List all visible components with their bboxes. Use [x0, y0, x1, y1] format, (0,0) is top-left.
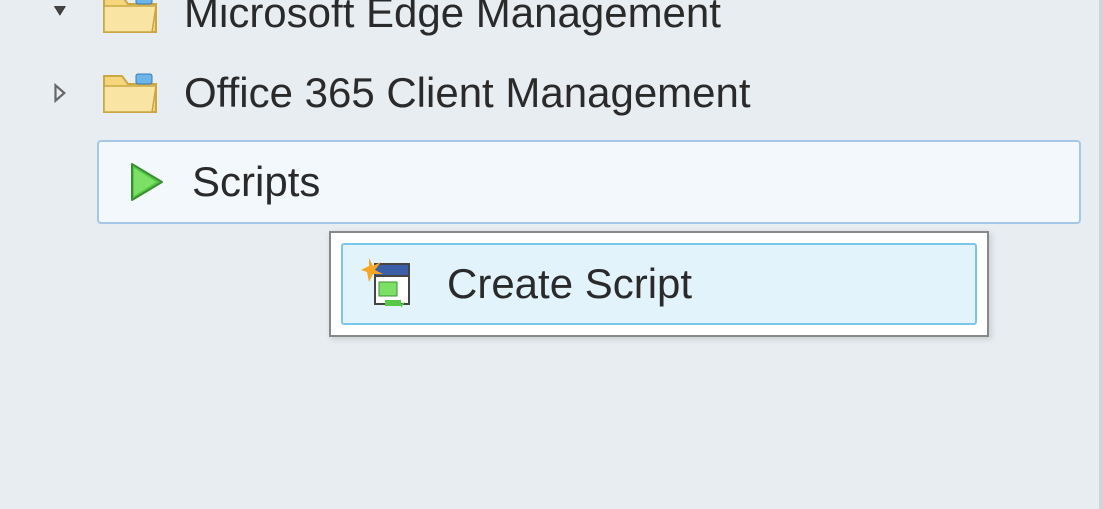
tree-item-label: Office 365 Client Management	[184, 69, 751, 117]
create-script-icon	[361, 256, 417, 312]
divider	[1099, 0, 1103, 509]
expander-icon[interactable]	[50, 2, 72, 24]
tree-item-scripts[interactable]: Scripts	[97, 140, 1081, 224]
folder-icon	[100, 68, 160, 118]
tree-item-label: Scripts	[192, 158, 320, 206]
tree-item-label: Microsoft Edge Management	[184, 0, 721, 37]
folder-icon	[100, 0, 160, 38]
context-menu: Create Script	[329, 231, 989, 337]
play-icon	[124, 160, 168, 204]
tree-item-office[interactable]: Office 365 Client Management	[50, 60, 751, 126]
menu-item-label: Create Script	[447, 260, 692, 308]
expander-icon[interactable]	[50, 82, 72, 104]
tree-item-edge[interactable]: Microsoft Edge Management	[50, 0, 721, 46]
menu-item-create-script[interactable]: Create Script	[341, 243, 977, 325]
